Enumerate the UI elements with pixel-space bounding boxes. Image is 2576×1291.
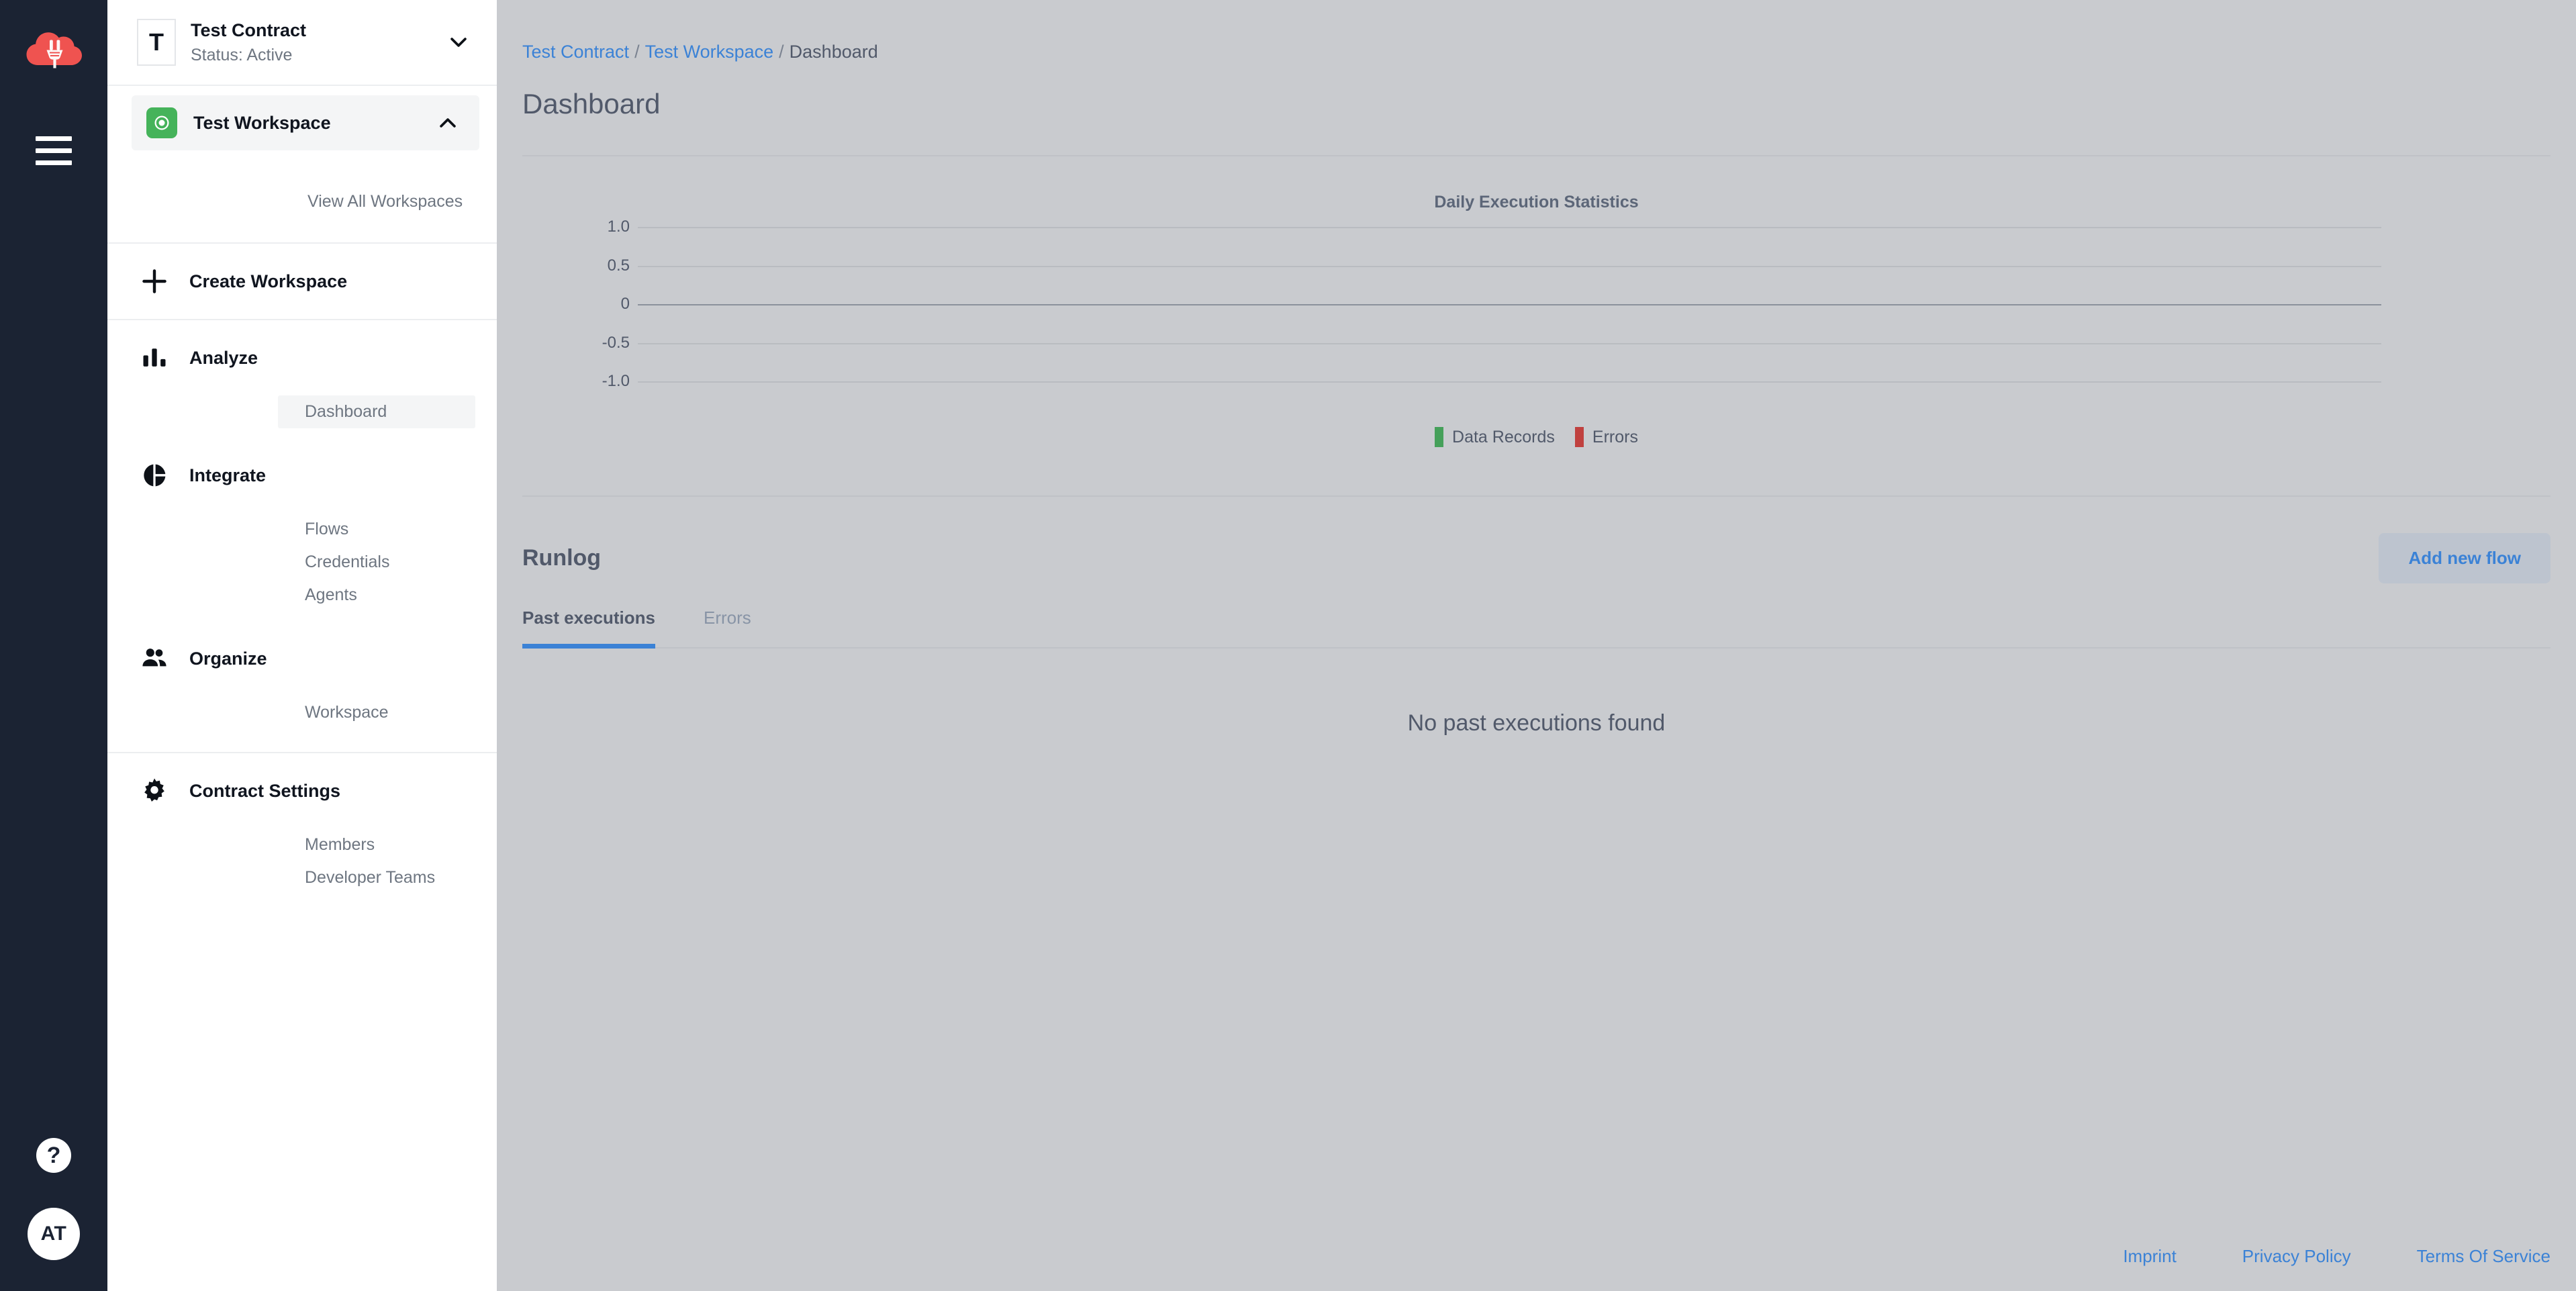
runlog-empty-message: No past executions found	[1407, 710, 1666, 736]
gear-icon	[137, 773, 172, 808]
sidebar-item-developer-teams[interactable]: Developer Teams	[278, 861, 475, 894]
breadcrumb-item-contract[interactable]: Test Contract	[522, 42, 629, 62]
nav-group-contract-settings: Contract Settings Members Developer Team…	[107, 753, 497, 904]
chart-ytick: -0.5	[602, 333, 630, 352]
nav-group-analyze: Analyze Dashboard	[107, 320, 497, 438]
chart-grid: 1.0 0.5 0 -0.5 -1.0	[602, 218, 2381, 390]
sidebar-item-contract-settings-label: Contract Settings	[189, 780, 341, 801]
add-new-flow-button[interactable]: Add new flow	[2379, 533, 2550, 583]
hamburger-bar	[36, 160, 72, 165]
chevron-up-icon	[434, 109, 462, 137]
footer-link-terms-of-service[interactable]: Terms Of Service	[2417, 1246, 2550, 1267]
footer-link-privacy-policy[interactable]: Privacy Policy	[2242, 1246, 2351, 1267]
chart-card: Daily Execution Statistics 1.0 0.5 0 -0.…	[522, 155, 2550, 447]
contract-selector[interactable]: T Test Contract Status: Active	[107, 0, 497, 86]
create-workspace-label: Create Workspace	[189, 271, 348, 291]
breadcrumb-separator: /	[779, 42, 784, 62]
chart-ytick: 0.5	[607, 256, 630, 275]
workspace-target-icon	[146, 107, 177, 138]
legend-swatch-green	[1435, 427, 1444, 447]
rail-bottom-actions: ? AT	[0, 1138, 107, 1291]
chart-gridline: -1.0	[602, 372, 2381, 390]
sidebar-item-organize-label: Organize	[189, 648, 267, 669]
runlog-tabs: Past executions Errors	[522, 608, 2550, 649]
chart-gridline: 1.0	[608, 218, 2381, 236]
runlog-title: Runlog	[522, 545, 602, 571]
hamburger-bar	[36, 148, 72, 153]
people-icon	[137, 641, 172, 676]
workspace-selector[interactable]: Test Workspace	[132, 95, 479, 150]
workspace-name: Test Workspace	[193, 112, 331, 133]
breadcrumb: Test Contract / Test Workspace / Dashboard	[497, 0, 2576, 62]
help-icon[interactable]: ?	[36, 1138, 71, 1173]
hamburger-bars	[36, 136, 72, 165]
chart-plot-area: 1.0 0.5 0 -0.5 -1.0	[564, 218, 2502, 390]
hamburger-menu-icon[interactable]	[27, 124, 81, 177]
legend-item-data-records[interactable]: Data Records	[1435, 427, 1555, 447]
main-content: Test Contract / Test Workspace / Dashboard D…	[497, 0, 2576, 1291]
pie-chart-icon	[137, 458, 172, 493]
legend-swatch-red	[1574, 427, 1584, 447]
create-workspace-button[interactable]: Create Workspace	[107, 244, 497, 320]
legend-item-errors[interactable]: Errors	[1574, 427, 1638, 447]
chart-legend: Data Records Errors	[522, 427, 2550, 447]
avatar[interactable]: AT	[28, 1208, 80, 1260]
icon-rail: ? AT	[0, 0, 107, 1291]
sidebar-item-integrate-label: Integrate	[189, 465, 267, 485]
breadcrumb-item-workspace[interactable]: Test Workspace	[645, 42, 774, 62]
legend-label: Errors	[1592, 427, 1638, 446]
view-all-workspaces-link[interactable]: View All Workspaces	[107, 150, 497, 244]
runlog-header: Runlog Add new flow	[497, 497, 2576, 583]
footer-link-imprint[interactable]: Imprint	[2123, 1246, 2176, 1267]
chart-ytick: -1.0	[602, 372, 630, 390]
sidebar-item-credentials[interactable]: Credentials	[278, 546, 475, 579]
chart-ytick: 1.0	[607, 218, 630, 236]
sidebar-item-analyze[interactable]: Analyze	[107, 320, 497, 395]
hamburger-bar	[36, 136, 72, 141]
sidebar-item-organize[interactable]: Organize	[107, 621, 497, 696]
chart-ytick: 0	[620, 295, 630, 313]
plus-icon	[137, 264, 172, 299]
contract-name: Test Contract	[191, 20, 307, 41]
sidebar-item-contract-settings[interactable]: Contract Settings	[107, 753, 497, 828]
sidebar-item-workspace[interactable]: Workspace	[278, 696, 475, 729]
footer: Imprint Privacy Policy Terms Of Service	[497, 1246, 2576, 1291]
legend-label: Data Records	[1452, 427, 1555, 446]
contract-texts: Test Contract Status: Active	[191, 19, 430, 65]
contract-avatar: T	[137, 19, 176, 66]
sidebar-item-flows[interactable]: Flows	[278, 513, 475, 546]
nav-group-organize: Organize Workspace	[107, 621, 497, 753]
breadcrumb-separator: /	[634, 42, 640, 62]
chart-title: Daily Execution Statistics	[1434, 193, 1639, 211]
chart-gridline: -0.5	[602, 334, 2381, 352]
contract-status: Status: Active	[191, 45, 293, 64]
sidebar-item-agents[interactable]: Agents	[278, 579, 475, 612]
sidebar-item-members[interactable]: Members	[278, 828, 475, 861]
sidebar-item-dashboard[interactable]: Dashboard	[278, 395, 475, 428]
app-root: ? AT T Test Contract Status: Active Test…	[0, 0, 2576, 1291]
bar-chart-icon	[137, 340, 172, 375]
breadcrumb-item-current: Dashboard	[789, 42, 878, 62]
chart-gridline: 0.5	[608, 256, 2381, 275]
sidebar: T Test Contract Status: Active Test Work…	[107, 0, 497, 1291]
cloud-plug-logo-icon[interactable]	[21, 19, 86, 83]
chevron-down-icon	[444, 28, 473, 56]
sidebar-item-analyze-label: Analyze	[189, 347, 258, 368]
page-title: Dashboard	[522, 88, 661, 119]
nav-group-integrate: Integrate Flows Credentials Agents	[107, 438, 497, 621]
sidebar-item-integrate[interactable]: Integrate	[107, 438, 497, 513]
tab-errors[interactable]: Errors	[704, 608, 775, 647]
tab-past-executions[interactable]: Past executions	[522, 608, 679, 649]
chart-gridline-zero: 0	[621, 295, 2381, 313]
